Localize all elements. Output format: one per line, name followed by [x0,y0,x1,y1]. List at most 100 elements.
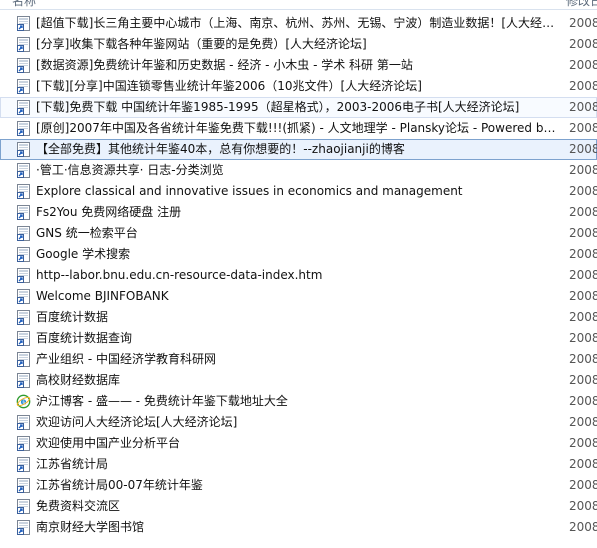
column-header-date[interactable]: 修改日期 [566,0,597,9]
modified-date-text: 2008 [569,520,597,534]
modified-date-text: 2008 [569,184,597,198]
bookmark-row[interactable]: ·管工·信息资源共享· 日志-分类浏览 2008 [0,160,597,181]
bookmark-row[interactable]: Welcome BJINFOBANK 2008 [0,286,597,307]
modified-date: 2008 [569,496,597,517]
bookmark-label: 江苏省统计局00-07年统计年鉴 [36,478,203,492]
bookmark-row[interactable]: [下载][分享]中国连锁零售业统计年鉴2006（10兆文件）[人大经济论坛] 20… [0,76,597,97]
bookmark-label: 欢迎使用中国产业分析平台 [36,436,181,450]
bookmark-row[interactable]: [数据资源]免费统计年鉴和历史数据 - 经济 - 小木虫 - 学术 科研 第一站… [0,55,597,76]
modified-date: 2008 [569,181,597,202]
modified-date-text: 2008 [569,394,597,408]
bookmark-label: 百度统计数据 [36,310,109,324]
modified-date-text: 2008 [569,142,597,156]
bookmark-row[interactable]: 高校财经数据库 2008 [0,370,597,391]
bookmark-row[interactable]: 欢迎访问人大经济论坛[人大经济论坛] 2008 [0,412,597,433]
bookmark-label: 百度统计数据查询 [36,331,133,345]
bookmark-label: ·管工·信息资源共享· 日志-分类浏览 [36,163,224,177]
bookmark-label: Google 学术搜索 [36,247,131,261]
modified-date-text: 2008 [569,226,597,240]
bookmark-label: [下载][分享]中国连锁零售业统计年鉴2006（10兆文件）[人大经济论坛] [36,79,422,93]
shortcut-icon [16,373,31,388]
bookmark-row[interactable]: 百度统计数据 2008 [0,307,597,328]
bookmark-row[interactable]: 欢迎使用中国产业分析平台 2008 [0,433,597,454]
modified-date: 2008 [569,55,597,76]
bookmark-row[interactable]: GNS 统一检索平台 2008 [0,223,597,244]
modified-date: 2008 [569,517,597,538]
bookmark-row[interactable]: 免费资料交流区 2008 [0,496,597,517]
modified-date-text: 2008 [569,268,597,282]
bookmark-label: Fs2You 免费网络硬盘 注册 [36,205,182,219]
modified-date-text: 2008 [569,373,597,387]
bookmark-row[interactable]: Google 学术搜索 2008 [0,244,597,265]
bookmark-row[interactable]: 南京财经大学图书馆 2008 [0,517,597,538]
bookmark-row[interactable]: e 沪江博客 - 盛—— - 免费统计年鉴下载地址大全 2008 [0,391,597,412]
bookmark-row[interactable]: [下载]免费下载 中国统计年鉴1985-1995（超星格式），2003-2006… [0,97,597,118]
bookmark-label: 沪江博客 - 盛—— - 免费统计年鉴下载地址大全 [36,394,288,408]
bookmark-row[interactable]: http--labor.bnu.edu.cn-resource-data-ind… [0,265,597,286]
shortcut-icon [16,499,31,514]
bookmark-row[interactable]: 产业组织 - 中国经济学教育科研网 2008 [0,349,597,370]
modified-date: 2008 [569,307,597,328]
column-header-name[interactable]: 名称 [12,0,36,9]
modified-date: 2008 [569,34,597,55]
modified-date: 2008 [569,454,597,475]
shortcut-icon [16,37,31,52]
modified-date: 2008 [569,223,597,244]
bookmark-label: 江苏省统计局 [36,457,109,471]
bookmark-row[interactable]: 【全部免费】其他统计年鉴40本，总有你想要的！--zhaojianji的博客 20… [0,139,597,160]
modified-date-text: 2008 [569,100,597,114]
modified-date-text: 2008 [569,436,597,450]
bookmark-label: 欢迎访问人大经济论坛[人大经济论坛] [36,415,238,429]
modified-date: 2008 [569,265,597,286]
bookmark-label: 产业组织 - 中国经济学教育科研网 [36,352,216,366]
shortcut-icon [16,247,31,262]
modified-date: 2008 [569,244,597,265]
bookmark-row[interactable]: Fs2You 免费网络硬盘 注册 2008 [0,202,597,223]
shortcut-icon [16,478,31,493]
bookmark-label: [数据资源]免费统计年鉴和历史数据 - 经济 - 小木虫 - 学术 科研 第一站 [36,58,413,72]
shortcut-icon [16,310,31,325]
modified-date-text: 2008 [569,58,597,72]
bookmark-row[interactable]: Explore classical and innovative issues … [0,181,597,202]
modified-date-text: 2008 [569,205,597,219]
modified-date: 2008 [569,97,597,118]
modified-date-text: 2008 [569,163,597,177]
bookmark-row[interactable]: 江苏省统计局 2008 [0,454,597,475]
shortcut-icon [16,289,31,304]
bookmark-label: 免费资料交流区 [36,499,121,513]
modified-date: 2008 [569,412,597,433]
modified-date-text: 2008 [569,331,597,345]
modified-date: 2008 [569,202,597,223]
modified-date-text: 2008 [569,79,597,93]
shortcut-icon [16,331,31,346]
bookmark-row[interactable]: [原创]2007年中国及各省统计年鉴免费下载!!!(抓紧) - 人文地理学 - … [0,118,597,139]
modified-date: 2008 [569,76,597,97]
shortcut-icon [16,268,31,283]
shortcut-icon [16,436,31,451]
bookmark-label: [原创]2007年中国及各省统计年鉴免费下载!!!(抓紧) - 人文地理学 - … [36,121,556,135]
modified-date: 2008 [569,328,597,349]
modified-date-text: 2008 [569,415,597,429]
modified-date: 2008 [569,433,597,454]
modified-date: 2008 [569,349,597,370]
column-header: 名称 修改日期 [0,0,597,10]
modified-date: 2008 [569,13,597,34]
bookmark-label: 【全部免费】其他统计年鉴40本，总有你想要的！--zhaojianji的博客 [36,142,405,156]
shortcut-icon [16,457,31,472]
bookmark-row[interactable]: [分享]收集下载各种年鉴网站（重要的是免费）[人大经济论坛] 2008 [0,34,597,55]
bookmark-row[interactable]: 百度统计数据查询 2008 [0,328,597,349]
modified-date-text: 2008 [569,37,597,51]
bookmark-label: 高校财经数据库 [36,373,121,387]
bookmark-label: Explore classical and innovative issues … [36,184,463,198]
modified-date-text: 2008 [569,499,597,513]
modified-date: 2008 [569,139,597,160]
bookmark-row[interactable]: 江苏省统计局00-07年统计年鉴 2008 [0,475,597,496]
ie-shortcut-icon: e [16,394,31,409]
shortcut-icon [16,226,31,241]
modified-date-text: 2008 [569,310,597,324]
bookmark-label: GNS 统一检索平台 [36,226,138,240]
modified-date: 2008 [569,118,597,139]
shortcut-icon [16,520,31,535]
shortcut-icon [16,415,31,430]
bookmark-row[interactable]: [超值下载]长三角主要中心城市（上海、南京、杭州、苏州、无锡、宁波）制造业数据！… [0,13,597,34]
